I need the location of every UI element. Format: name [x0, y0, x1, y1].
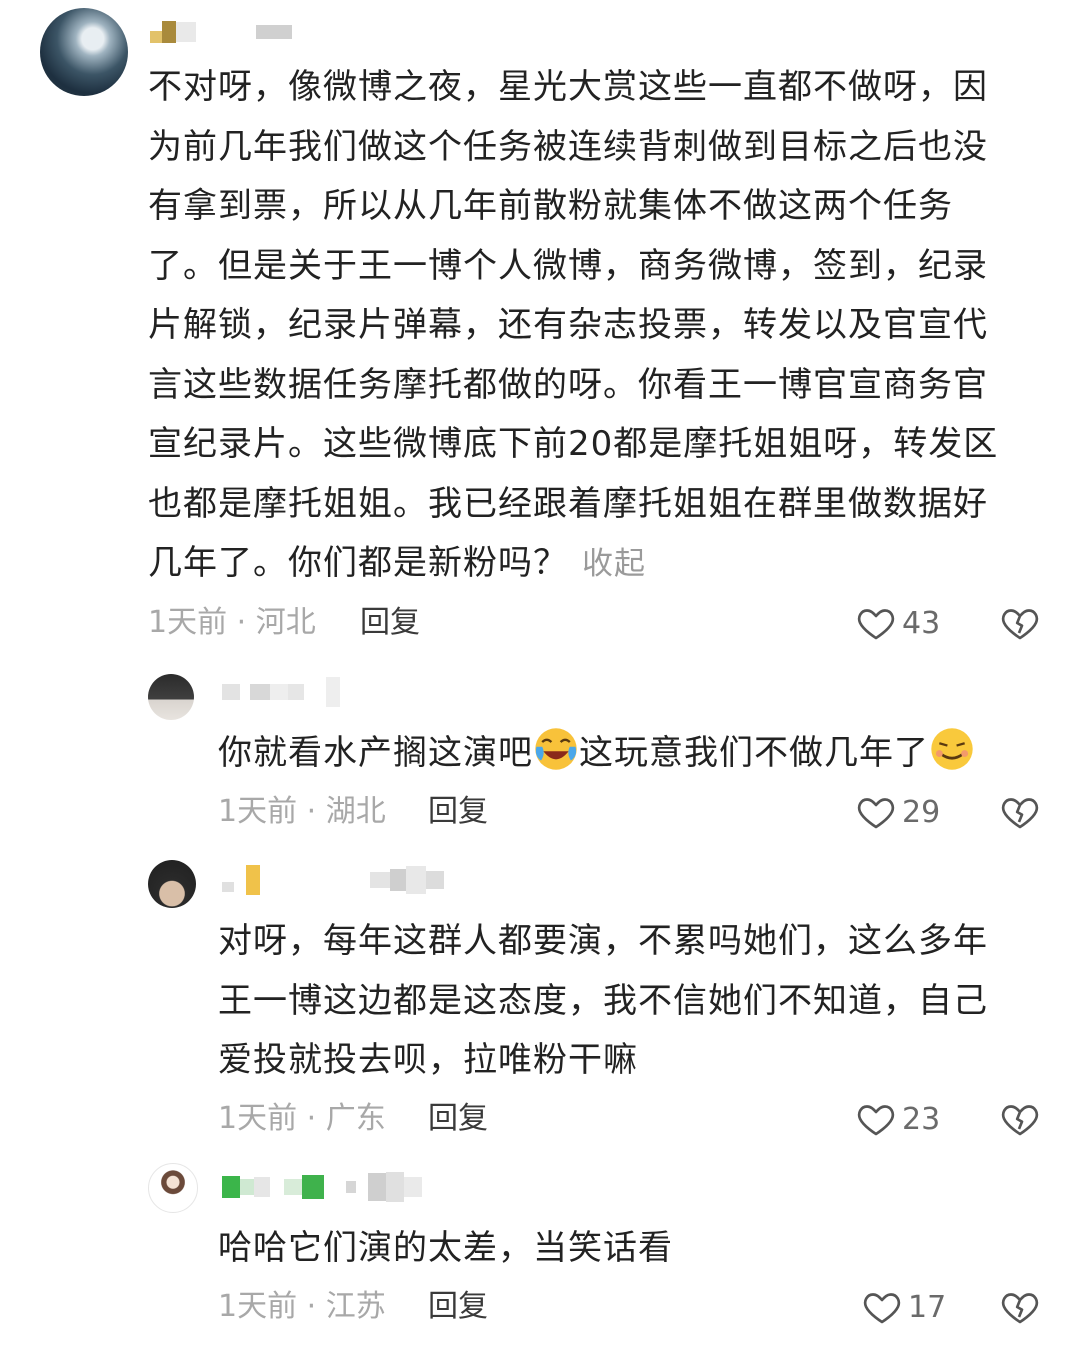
comment-line: 了。但是关于王一博个人微博，商务微博，签到，纪录 [148, 245, 988, 286]
comment-2: 你就看水产搁这演吧 这玩意我们不做几年了 1天前 · 湖北 回复 29 [0, 660, 1080, 850]
comment-3: 对呀，每年这群人都要演，不累吗她们，这么多年 王一博这边都是这态度，我不信她们不… [0, 850, 1080, 1155]
like-button[interactable]: 43 [856, 601, 940, 645]
comment-text: 哈哈它们演的太差，当笑话看 [218, 1219, 1048, 1279]
heart-outline-icon [857, 609, 895, 640]
comment-text: 对呀，每年这群人都要演，不累吗她们，这么多年 王一博这边都是这态度，我不信她们不… [218, 912, 1048, 1091]
ip-location: 河北 [255, 605, 316, 640]
broken-heart-icon[interactable] [1000, 603, 1040, 643]
timestamp: 1天前 [148, 605, 228, 640]
reply-button[interactable]: 回复 [428, 792, 488, 832]
smug-grin-emoji [931, 728, 973, 770]
heart-outline-icon [857, 1105, 895, 1136]
timestamp: 1天前 [218, 794, 298, 829]
comment-meta: 1天前 · 江苏 [218, 1287, 386, 1327]
like-button[interactable]: 29 [856, 790, 940, 834]
timestamp: 1天前 [218, 1289, 298, 1324]
comment-line: 不对呀，像微博之夜，星光大赏这些一直都不做呀，因 [148, 67, 988, 107]
comment-line-text: 几年了。你们都是新粉吗？ [148, 543, 568, 583]
meta-separator: · [297, 794, 326, 829]
username-blurred[interactable] [150, 14, 292, 50]
meta-separator: · [297, 1101, 326, 1136]
like-count: 29 [902, 794, 941, 830]
broken-heart-icon[interactable] [1000, 1287, 1040, 1327]
comment-meta: 1天前 · 河北 [148, 603, 316, 643]
comment-1: 不对呀，像微博之夜，星光大赏这些一直都不做呀，因 为前几年我们做这个任务被连续背… [0, 0, 1080, 660]
comment-thread: 不对呀，像微博之夜，星光大赏这些一直都不做呀，因 为前几年我们做这个任务被连续背… [0, 0, 1080, 1353]
comment-text: 不对呀，像微博之夜，星光大赏这些一直都不做呀，因 为前几年我们做这个任务被连续背… [148, 58, 1038, 595]
comment-line: 宣纪录片。这些微博底下前20都是摩托姐姐呀，转发区 [148, 424, 999, 464]
comment-line: 哈哈它们演的太差，当笑话看 [218, 1228, 673, 1268]
like-count: 17 [908, 1289, 947, 1325]
username-blurred[interactable] [222, 674, 340, 710]
avatar[interactable] [148, 860, 196, 908]
username-blurred[interactable] [222, 1169, 422, 1205]
comment-meta: 1天前 · 广东 [218, 1099, 386, 1139]
timestamp: 1天前 [218, 1101, 298, 1136]
reply-button[interactable]: 回复 [428, 1287, 488, 1327]
ip-location: 江苏 [325, 1289, 386, 1324]
meta-separator: · [297, 1289, 326, 1324]
avatar[interactable] [148, 674, 194, 720]
like-button[interactable]: 17 [862, 1285, 946, 1329]
like-button[interactable]: 23 [856, 1097, 940, 1141]
reply-button[interactable]: 回复 [360, 603, 420, 643]
heart-outline-icon [857, 798, 895, 829]
comment-text: 你就看水产搁这演吧 这玩意我们不做几年了 [218, 724, 1048, 784]
comment-line: 言这些数据任务摩托都做的呀。你看王一博官宣商务官 [148, 364, 988, 405]
comment-4: 哈哈它们演的太差，当笑话看 1天前 · 江苏 回复 17 [0, 1155, 1080, 1353]
comment-line: 爱投就投去呗，拉唯粉干嘛 [218, 1040, 638, 1080]
avatar[interactable] [148, 1163, 198, 1213]
comment-meta: 1天前 · 湖北 [218, 792, 386, 832]
username-blurred[interactable] [222, 862, 444, 898]
reply-button[interactable]: 回复 [428, 1099, 488, 1139]
comment-text-part: 你就看水产搁这演吧 [218, 733, 533, 773]
collapse-link[interactable]: 收起 [582, 546, 646, 582]
comment-text-part: 这玩意我们不做几年了 [579, 733, 929, 773]
broken-heart-icon[interactable] [1000, 1099, 1040, 1139]
comment-line-last: 几年了。你们都是新粉吗？ 收起 [148, 534, 1038, 595]
ip-location: 广东 [325, 1101, 386, 1136]
crying-laughing-emoji [535, 728, 577, 770]
like-count: 43 [902, 605, 941, 641]
ip-location: 湖北 [325, 794, 386, 829]
comment-line: 对呀，每年这群人都要演，不累吗她们，这么多年 [218, 921, 988, 961]
broken-heart-icon[interactable] [1000, 792, 1040, 832]
avatar[interactable] [40, 8, 128, 96]
meta-separator: · [227, 605, 256, 640]
comment-line: 为前几年我们做这个任务被连续背刺做到目标之后也没 [148, 126, 988, 167]
like-count: 23 [902, 1101, 941, 1137]
comment-line: 有拿到票，所以从几年前散粉就集体不做这两个任务 [148, 186, 953, 226]
comment-line: 王一博这边都是这态度，我不信她们不知道，自己 [218, 980, 988, 1021]
comment-line: 也都是摩托姐姐。我已经跟着摩托姐姐在群里做数据好 [148, 483, 988, 524]
heart-outline-icon [863, 1293, 901, 1324]
comment-line: 片解锁，纪录片弹幕，还有杂志投票，转发以及官宣代 [148, 305, 988, 345]
